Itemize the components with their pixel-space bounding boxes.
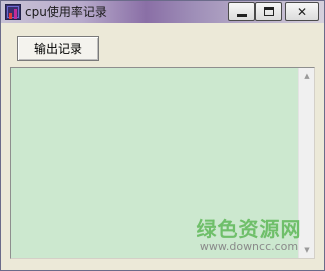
maximize-icon	[263, 7, 274, 16]
app-icon[interactable]	[5, 4, 21, 20]
watermark-url: www.downcc.com	[199, 240, 299, 253]
app-icon-bar	[9, 13, 12, 19]
watermark: 绿色资源网 www.downcc.com	[189, 218, 309, 253]
scroll-up-icon[interactable]: ▲	[299, 68, 315, 84]
close-button[interactable]: ✕	[285, 2, 319, 21]
title-bar[interactable]: cpu使用率记录 ✕	[1, 1, 324, 23]
app-icon-bar	[14, 9, 17, 19]
maximize-button[interactable]	[255, 2, 282, 21]
watermark-name: 绿色资源网	[196, 217, 302, 241]
minimize-icon	[236, 13, 247, 17]
app-window: cpu使用率记录 ✕ 输出记录 ▲ ▼ 绿色资源网 www.downcc.com	[0, 0, 325, 271]
close-icon: ✕	[296, 4, 308, 19]
window-title: cpu使用率记录	[25, 5, 107, 19]
minimize-button[interactable]	[228, 2, 255, 21]
export-log-button[interactable]: 输出记录	[17, 36, 99, 61]
